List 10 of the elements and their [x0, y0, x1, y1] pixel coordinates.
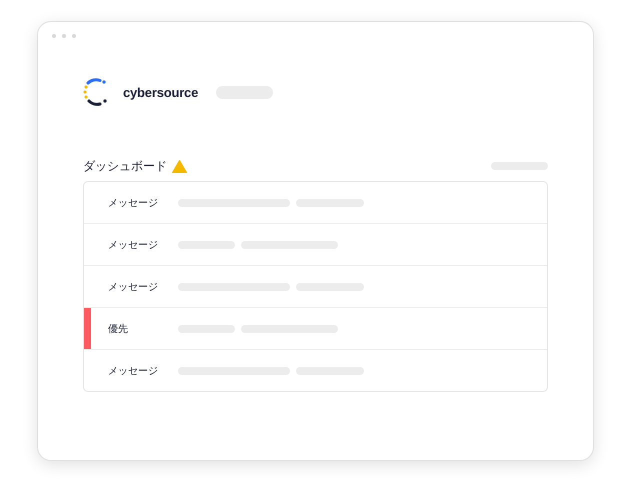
warning-icon: [172, 160, 187, 172]
row-label: 優先: [108, 322, 129, 336]
logo-icon: [83, 77, 109, 107]
window-dots-icon: [52, 34, 76, 38]
dashboard-title: ダッシュボード: [83, 158, 167, 174]
brand-name: cybersource: [123, 84, 198, 100]
row-label: メッセージ: [108, 364, 159, 378]
row-label: メッセージ: [108, 196, 159, 210]
row-label: メッセージ: [108, 280, 159, 294]
row-label: メッセージ: [108, 238, 159, 252]
